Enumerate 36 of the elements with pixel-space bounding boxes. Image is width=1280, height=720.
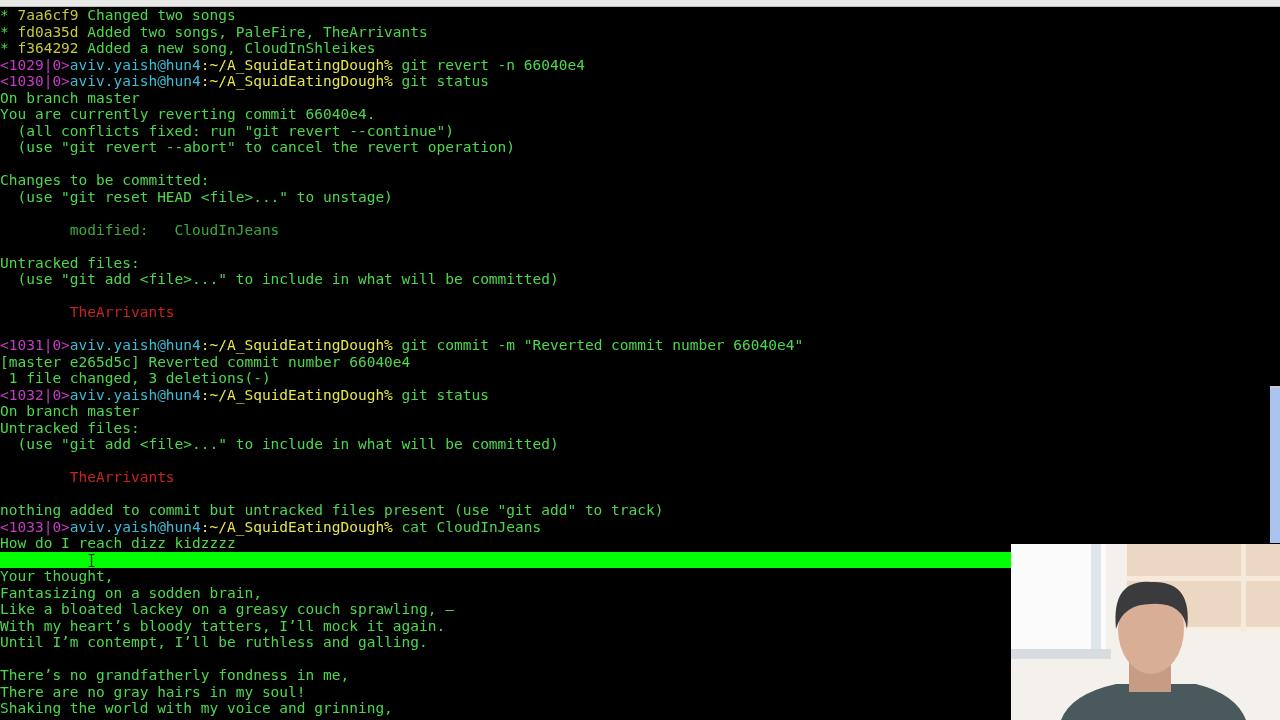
output-line: nothing added to commit but untracked files present (use "git add" to track) [0,502,664,519]
output-line: 1 file changed, 3 deletions(-) [7,370,271,387]
output-line: There’s no grandfatherly fondness in me, [0,667,350,684]
output-line: On branch master [0,403,140,420]
commit-log-line: * f364292 Added a new song, CloudInShleikes [0,40,376,57]
prompt-line: <1030|0>aviv.yaish@hun4:~/A_SquidEatingDough% git status [0,73,489,90]
output-line: modified: CloudInJeans [68,221,280,238]
prompt-line: <1031|0>aviv.yaish@hun4:~/A_SquidEatingDough% git commit -m "Reverted commit number 66040e4" [0,337,804,354]
output-line: Untracked files: [0,254,140,271]
scrollbar-thumb[interactable] [1270,386,1280,543]
prompt-line: <1029|0>aviv.yaish@hun4:~/A_SquidEatingDough% git revert -n 66040e4 [0,56,585,73]
output-line: Changes to be committed: [0,172,210,189]
output-line: (use "git revert --abort" to cancel the revert operation) [16,139,516,156]
commit-log-line: * fd0a35d Added two songs, PaleFire, TheArrivants [0,23,428,40]
output-line: TheArrivants [68,304,175,321]
output-line: Untracked files: [0,419,140,436]
output-line: (use "git add <file>..." to include in what will be committed) [16,436,559,453]
output-line: (use "git add <file>..." to include in what will be committed) [16,271,559,288]
output-line: Shaking the world with my voice and grinning, [0,700,393,717]
output-line: Like a bloated lackey on a greasy couch sprawling, — [0,601,454,618]
output-line: (use "git reset HEAD <file>..." to unstage) [16,188,393,205]
output-line: On branch master [0,89,140,106]
output-line: You are currently reverting commit 66040e4. [0,106,376,123]
output-line: There are no gray hairs in my soul! [0,683,306,700]
output-line: TheArrivants [68,469,175,486]
text-cursor-icon [88,553,95,567]
output-line: How do I reach dizz kidzzzz [0,535,236,552]
output-line: [master e265d5c] Reverted commit number 66040e4 [0,353,411,370]
prompt-line: <1033|0>aviv.yaish@hun4:~/A_SquidEatingDough% cat CloudInJeans [0,518,542,535]
output-line: Until I’m contempt, I’ll be ruthless and galling. [0,634,428,651]
output-line: Your thought, [0,568,114,585]
output-line: With my heart’s bloody tatters, I’ll mock it again. [0,617,446,634]
output-line: (all conflicts fixed: run "git revert --continue") [16,122,454,139]
prompt-line: <1032|0>aviv.yaish@hun4:~/A_SquidEatingDough% git status [0,386,489,403]
commit-log-line: * 7aa6cf9 Changed two songs [0,7,236,24]
output-line: Fantasizing on a sodden brain, [0,584,262,601]
